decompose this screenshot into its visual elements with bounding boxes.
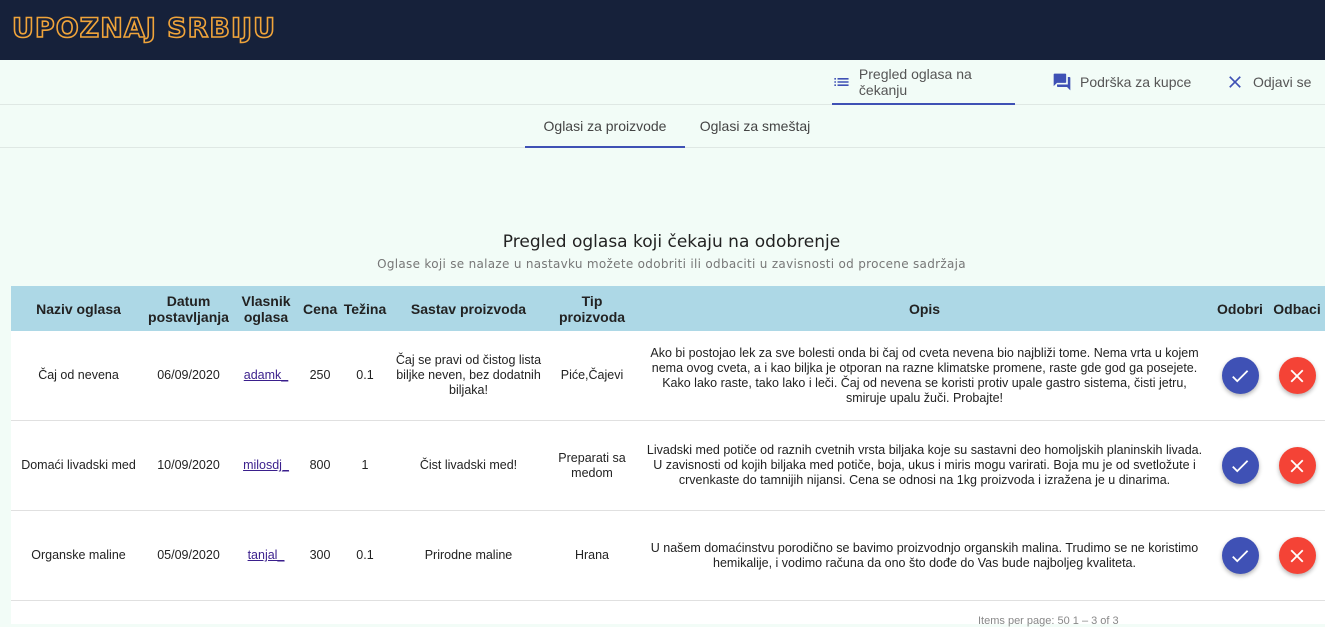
cell-tezina: 0.1 xyxy=(339,510,391,601)
cell-naziv: Domaći livadski med xyxy=(11,420,146,511)
close-icon xyxy=(1229,76,1241,88)
tab-accommodation-ads[interactable]: Oglasi za smeštaj xyxy=(685,105,825,147)
cell-sastav: Čaj se pravi od čistog lista biljke neve… xyxy=(391,331,546,421)
header-naziv: Naziv oglasa xyxy=(11,286,146,331)
cell-tezina: 1 xyxy=(339,420,391,511)
cell-odobri xyxy=(1211,510,1269,601)
header-odbaci: Odbaci xyxy=(1269,286,1325,331)
header-opis: Opis xyxy=(638,286,1211,331)
cell-tip: Hrana xyxy=(546,510,638,601)
close-icon xyxy=(1290,459,1304,472)
cell-naziv: Organske maline xyxy=(11,510,146,601)
logo[interactable]: UPOZNAJ SRBIJU xyxy=(11,12,276,45)
header-datum: Datum postavljanja xyxy=(146,286,231,331)
tab-bar: Oglasi za proizvode Oglasi za smeštaj xyxy=(0,105,1325,148)
forum-icon xyxy=(1053,73,1071,91)
cell-datum: 06/09/2020 xyxy=(146,331,231,421)
pagination[interactable]: Items per page: 50 1 – 3 of 3 xyxy=(978,615,1119,627)
cell-odbaci xyxy=(1269,331,1325,421)
page-title: Pregled oglasa koji čekaju na odobrenje xyxy=(502,232,841,252)
cell-odobri xyxy=(1211,331,1269,421)
table-row: Domaći livadski med 10/09/2020 milosdj_ … xyxy=(11,420,1325,511)
cell-vlasnik: milosdj_ xyxy=(231,420,301,511)
cell-cena: 800 xyxy=(301,420,339,511)
cell-sastav: Čist livadski med! xyxy=(391,420,546,511)
header-tezina: Težina xyxy=(339,286,391,331)
cell-tezina: 0.1 xyxy=(339,331,391,421)
table-header-row: Naziv oglasa Datum postavljanja Vlasnik … xyxy=(11,286,1325,331)
approve-button[interactable] xyxy=(1221,357,1259,394)
tab-product-ads[interactable]: Oglasi za proizvode xyxy=(525,105,685,148)
header-tip: Tip proizvoda xyxy=(546,286,638,331)
close-icon xyxy=(1290,369,1304,382)
table-row: Organske maline 05/09/2020 tanjal_ 300 0… xyxy=(11,510,1325,601)
nav-logout[interactable]: Odjavi se xyxy=(1225,60,1325,104)
nav-customer-support-label: Podrška za kupce xyxy=(1080,74,1192,90)
nav-logout-label: Odjavi se xyxy=(1253,74,1312,90)
check-icon xyxy=(1232,369,1249,382)
check-icon xyxy=(1232,459,1249,472)
cell-vlasnik: tanjal_ xyxy=(231,510,301,601)
nav-bar: Pregled oglasa na čekanju Podrška za kup… xyxy=(0,60,1325,105)
cell-sastav: Prirodne maline xyxy=(391,510,546,601)
cell-datum: 10/09/2020 xyxy=(146,420,231,511)
table-row: Čaj od nevena 06/09/2020 adamk_ 250 0.1 … xyxy=(11,331,1325,421)
nav-customer-support[interactable]: Podrška za kupce xyxy=(1052,60,1192,104)
owner-link[interactable]: milosdj_ xyxy=(243,458,289,472)
cell-vlasnik: adamk_ xyxy=(231,331,301,421)
page-subtitle: Oglase koji se nalaze u nastavku možete … xyxy=(377,257,966,271)
cell-odobri xyxy=(1211,420,1269,511)
top-bar: UPOZNAJ SRBIJU xyxy=(0,0,1325,60)
cell-naziv: Čaj od nevena xyxy=(11,331,146,421)
check-icon xyxy=(1232,549,1249,562)
header-vlasnik: Vlasnik oglasa xyxy=(231,286,301,331)
reject-button[interactable] xyxy=(1278,537,1316,574)
owner-link[interactable]: adamk_ xyxy=(244,368,288,382)
cell-datum: 05/09/2020 xyxy=(146,510,231,601)
close-icon xyxy=(1290,549,1304,562)
cell-tip: Piće,Čajevi xyxy=(546,331,638,421)
cell-opis: Ako bi postojao lek za sve bolesti onda … xyxy=(638,331,1211,421)
nav-pending-ads-label: Pregled oglasa na čekanju xyxy=(858,66,972,98)
cell-odbaci xyxy=(1269,510,1325,601)
cell-odbaci xyxy=(1269,420,1325,511)
cell-cena: 250 xyxy=(301,331,339,421)
cell-cena: 300 xyxy=(301,510,339,601)
owner-link[interactable]: tanjal_ xyxy=(248,548,285,562)
header-odobri: Odobri xyxy=(1211,286,1269,331)
cell-tip: Preparati sa medom xyxy=(546,420,638,511)
pending-ads-table: Naziv oglasa Datum postavljanja Vlasnik … xyxy=(11,286,1325,624)
nav-pending-ads[interactable]: Pregled oglasa na čekanju xyxy=(832,60,1015,105)
reject-button[interactable] xyxy=(1278,357,1316,394)
cell-opis: U našem domaćinstvu porodično se bavimo … xyxy=(638,510,1211,601)
approve-button[interactable] xyxy=(1221,537,1259,574)
approve-button[interactable] xyxy=(1221,447,1259,484)
list-icon xyxy=(834,78,849,86)
reject-button[interactable] xyxy=(1278,447,1316,484)
header-cena: Cena xyxy=(301,286,339,331)
header-sastav: Sastav proizvoda xyxy=(391,286,546,331)
cell-opis: Livadski med potiče od raznih cvetnih vr… xyxy=(638,420,1211,511)
